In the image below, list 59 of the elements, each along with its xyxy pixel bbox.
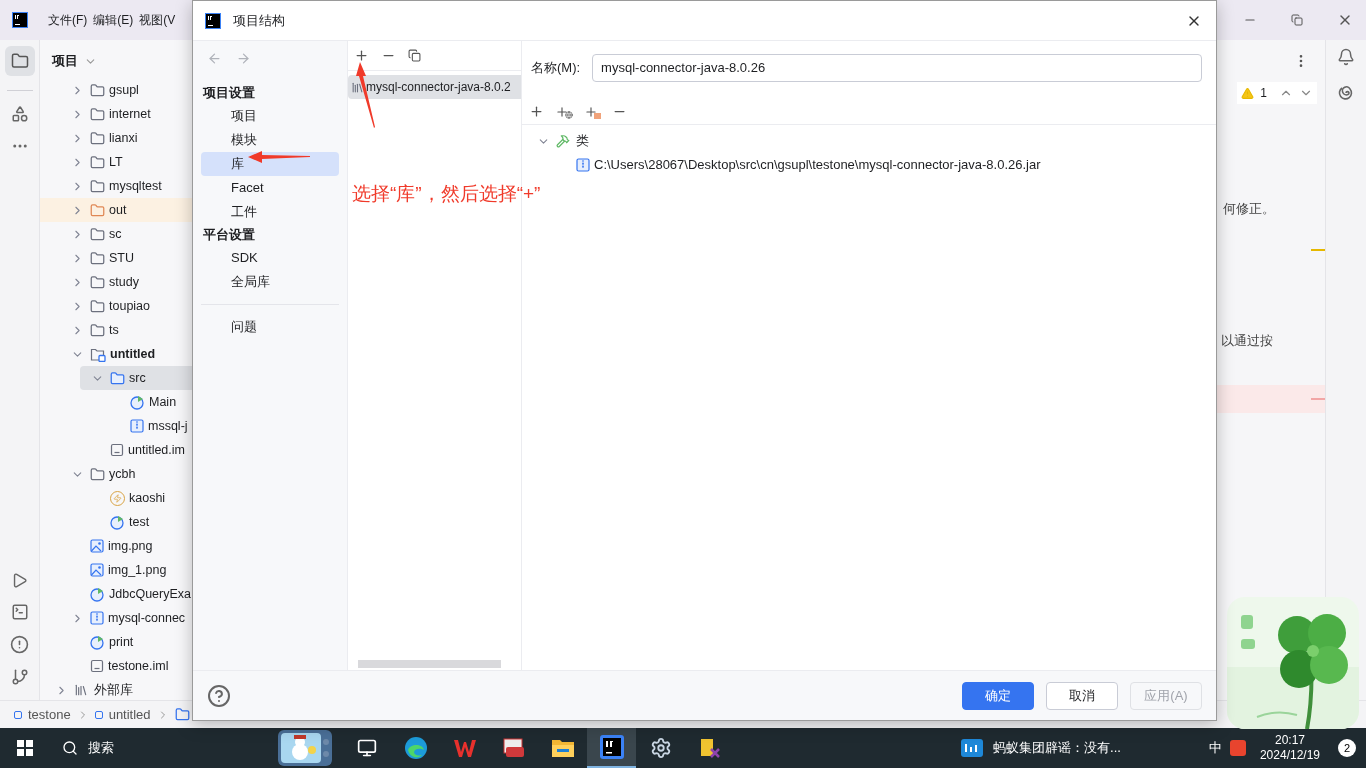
tree-item[interactable]: 类	[522, 129, 1216, 153]
nav-item[interactable]: Facet	[201, 176, 339, 200]
tree-item[interactable]: 外部库	[40, 678, 192, 700]
annotation-text: 选择“库”，然后选择“+”	[352, 182, 541, 206]
news-ticker[interactable]: 蚂蚁集团辟谣：没有...	[993, 738, 1121, 758]
tree-item[interactable]: internet	[40, 102, 192, 126]
clock[interactable]: 20:17 2024/12/19	[1259, 733, 1320, 763]
dialog-button[interactable]: 取消	[1046, 681, 1118, 710]
tree-item[interactable]: out	[40, 198, 192, 222]
tree-item[interactable]: STU	[40, 246, 192, 270]
tree-item[interactable]: img.png	[40, 534, 192, 558]
notification-badge[interactable]: 2	[1338, 739, 1356, 757]
tree-item[interactable]: JdbcQueryExa	[40, 582, 192, 606]
tree-item[interactable]: print	[40, 630, 192, 654]
field-label: 名称(M):	[531, 59, 581, 78]
tree-item[interactable]: gsupl	[40, 82, 192, 102]
tree-item[interactable]: mysql-connec	[40, 606, 192, 630]
tree-item[interactable]: C:\Users\28067\Desktop\src\cn\gsupl\testone\mysql-connector-java-8.0.26.jar	[522, 153, 1216, 177]
tree-item[interactable]: testone.iml	[40, 654, 192, 678]
name-field[interactable]: mysql-connector-java-8.0.26	[592, 54, 1202, 82]
tree-item[interactable]: img_1.png	[40, 558, 192, 582]
nav-item[interactable]: 项目	[201, 104, 339, 128]
tree-item[interactable]: untitled.im	[40, 438, 192, 462]
editor-text: 何修正。	[1223, 200, 1275, 218]
tree-item[interactable]: sc	[40, 222, 192, 246]
menu-item[interactable]: 文件(F)	[48, 11, 88, 29]
dialog-button[interactable]: 确定	[962, 681, 1034, 710]
tree-item[interactable]: ts	[40, 318, 192, 342]
tree-item[interactable]: study	[40, 270, 192, 294]
tree-item[interactable]: test	[40, 510, 192, 534]
tree-item[interactable]: src	[80, 366, 192, 390]
search-field[interactable]: 搜索	[58, 728, 278, 768]
editor-text: 以通过按	[1221, 331, 1273, 350]
menu-item[interactable]: 视图(V	[139, 11, 176, 29]
tree-item[interactable]: LT	[40, 150, 192, 174]
inspection-widget[interactable]: 1	[1237, 82, 1317, 104]
tree-item[interactable]: lianxi	[40, 126, 192, 150]
nav-heading: 平台设置	[202, 226, 256, 245]
panel-title[interactable]: 项目	[52, 51, 78, 71]
tree-item[interactable]: mysqltest	[40, 174, 192, 198]
breadcrumb-item[interactable]: testone	[28, 704, 71, 725]
menu-item[interactable]: 编辑(E)	[93, 11, 134, 29]
dialog-title: 项目结构	[233, 11, 285, 30]
tree-item[interactable]: untitled	[40, 342, 192, 366]
tree-item[interactable]: kaoshi	[40, 486, 192, 510]
nav-item[interactable]: 问题	[201, 315, 339, 339]
nav-item[interactable]: 库	[201, 152, 339, 176]
nav-item[interactable]: 模块	[201, 128, 339, 152]
library-item[interactable]: mysql-connector-java-8.0.2	[348, 75, 521, 99]
input-method-indicator[interactable]: 中	[1208, 738, 1222, 758]
nav-item[interactable]: 全局库	[201, 270, 339, 294]
tree-item[interactable]: ycbh	[40, 462, 192, 486]
nav-item[interactable]: 工件	[201, 200, 339, 224]
tree-item[interactable]: toupiao	[40, 294, 192, 318]
tree-item[interactable]: Main	[40, 390, 192, 414]
nav-heading: 项目设置	[201, 84, 256, 103]
breadcrumb-item[interactable]: untitled	[108, 704, 151, 725]
tree-item[interactable]: mssql-j	[40, 414, 192, 438]
nav-item[interactable]: SDK	[201, 246, 339, 270]
